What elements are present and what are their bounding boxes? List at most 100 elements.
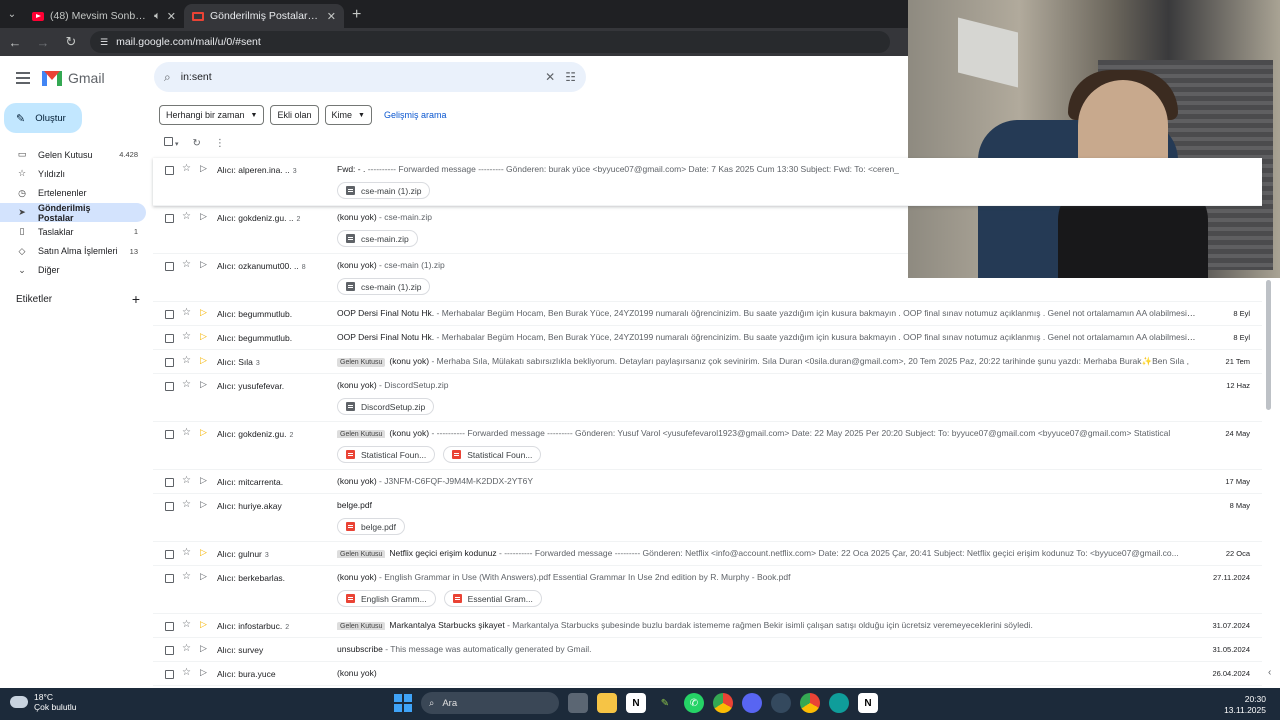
attachment-chip[interactable]: cse-main (1).zip	[337, 278, 431, 295]
sidebar-item[interactable]: ▭ Gelen Kutusu 4.428	[0, 145, 146, 164]
importance-marker-icon[interactable]: ▷	[200, 475, 207, 486]
email-row[interactable]: ☆ ▷ Alıcı: berkebarlas. (konu yok) - Englis…	[153, 566, 1262, 614]
row-checkbox[interactable]	[165, 382, 174, 391]
time-filter-chip[interactable]: Herhangi bir zaman ▼	[159, 105, 265, 125]
reload-icon[interactable]: ↻	[62, 34, 80, 50]
steam-icon[interactable]	[771, 693, 791, 713]
star-icon[interactable]: ☆	[182, 379, 191, 390]
row-checkbox[interactable]	[165, 646, 174, 655]
importance-marker-icon[interactable]: ▷	[200, 667, 207, 678]
importance-marker-icon[interactable]: ▷	[200, 163, 207, 174]
importance-marker-icon[interactable]: ▷	[200, 379, 207, 390]
main-menu-icon[interactable]	[16, 69, 30, 87]
task-view-icon[interactable]	[568, 693, 588, 713]
browser-tab-gmail[interactable]: Gönderilmiş Postalar - byyuce0 ✕	[184, 4, 344, 28]
notion-icon[interactable]: N	[626, 693, 646, 713]
refresh-icon[interactable]: ↻	[192, 138, 200, 149]
mail-search-bar[interactable]: ⌕ in:sent ✕ ☷	[154, 62, 586, 92]
notion-icon-2[interactable]: N	[858, 693, 878, 713]
address-bar[interactable]: ☰ mail.google.com/mail/u/0/#sent	[90, 31, 890, 53]
chrome-icon[interactable]	[713, 693, 733, 713]
row-checkbox[interactable]	[165, 166, 174, 175]
row-checkbox[interactable]	[165, 502, 174, 511]
row-checkbox[interactable]	[165, 214, 174, 223]
star-icon[interactable]: ☆	[182, 331, 191, 342]
whatsapp-icon[interactable]: ✆	[684, 693, 704, 713]
email-row[interactable]: ☆ ▷ Alıcı: yusufefevar. (konu yok) - Discor…	[153, 374, 1262, 422]
importance-marker-icon[interactable]: ▷	[200, 259, 207, 270]
row-checkbox[interactable]	[165, 310, 174, 319]
email-row[interactable]: ☆ ▷ Alıcı: gulnur 3 Gelen Kutusu Netflix geçi…	[153, 542, 1262, 566]
browser-tab-youtube[interactable]: (48) Mevsim Sonbahar - Yo 🔈︎ ✕	[24, 4, 184, 28]
importance-marker-icon[interactable]: ▷	[200, 571, 207, 582]
site-info-icon[interactable]: ☰	[100, 37, 108, 48]
star-icon[interactable]: ☆	[182, 259, 191, 270]
weather-widget[interactable]: 18°C Çok bulutlu	[10, 692, 77, 712]
new-tab-button[interactable]: +	[344, 4, 369, 28]
attachment-chip[interactable]: DiscordSetup.zip	[337, 398, 435, 415]
search-options-icon[interactable]: ☷	[565, 70, 576, 84]
sidebar-item[interactable]: ◷ Ertelenenler	[0, 184, 146, 203]
sidebar-item[interactable]: ☆ Yıldızlı	[0, 164, 146, 183]
forward-icon[interactable]: →	[34, 35, 52, 50]
star-icon[interactable]: ☆	[182, 619, 191, 630]
row-checkbox[interactable]	[165, 262, 174, 271]
email-row[interactable]: ☆ ▷ Alıcı: gokdeniz.gu. 2 Gelen Kutusu (konu …	[153, 422, 1262, 470]
importance-marker-icon[interactable]: ▷	[200, 331, 207, 342]
expand-panel-icon[interactable]: ‹	[1268, 667, 1271, 678]
importance-marker-icon[interactable]: ▷	[200, 427, 207, 438]
star-icon[interactable]: ☆	[182, 163, 191, 174]
tab-search-dropdown-icon[interactable]: ⌄	[0, 0, 24, 28]
email-row[interactable]: ☆ ▷ Alıcı: infostarbuc. 2 Gelen Kutusu Markan…	[153, 614, 1262, 638]
attachment-chip[interactable]: English Gramm...	[337, 590, 436, 607]
email-row[interactable]: ☆ ▷ Alıcı: begummutlub. OOP Dersi Final Not…	[153, 302, 1262, 326]
clear-search-icon[interactable]: ✕	[545, 70, 555, 84]
row-checkbox[interactable]	[165, 550, 174, 559]
gmail-logo[interactable]: Gmail	[42, 70, 105, 86]
attachment-chip[interactable]: Statistical Foun...	[337, 446, 436, 463]
taskbar-search[interactable]: ⌕ Ara	[421, 692, 559, 714]
to-filter-chip[interactable]: Kime ▼	[324, 105, 372, 125]
email-row[interactable]: ☆ ▷ Alıcı: mitcarrenta. (konu yok) - J3NFM-…	[153, 470, 1262, 494]
email-row[interactable]: ☆ ▷ Alıcı: bura.yuce (konu yok) 26.04.2024	[153, 662, 1262, 686]
importance-marker-icon[interactable]: ▷	[200, 619, 207, 630]
importance-marker-icon[interactable]: ▷	[200, 547, 207, 558]
file-explorer-icon[interactable]	[597, 693, 617, 713]
importance-marker-icon[interactable]: ▷	[200, 499, 207, 510]
system-clock[interactable]: 20:30 13.11.2025	[1224, 694, 1266, 716]
more-options-icon[interactable]: ⋮	[215, 138, 225, 149]
row-checkbox[interactable]	[165, 622, 174, 631]
star-icon[interactable]: ☆	[182, 571, 191, 582]
email-row[interactable]: ☆ ▷ Alıcı: survey unsubscribe - This messag…	[153, 638, 1262, 662]
search-input[interactable]: in:sent	[181, 71, 535, 83]
attachment-chip[interactable]: cse-main (1).zip	[337, 182, 431, 199]
attachment-chip[interactable]: Essential Gram...	[443, 590, 542, 607]
attachment-filter-chip[interactable]: Ekli olan	[270, 105, 319, 125]
compose-button[interactable]: ✎ Oluştur	[4, 103, 82, 133]
email-row[interactable]: ☆ ▷ Alıcı: Sıla 3 Gelen Kutusu (konu yok) - M…	[153, 350, 1262, 374]
chrome-profile-icon[interactable]	[800, 693, 820, 713]
star-icon[interactable]: ☆	[182, 667, 191, 678]
inbox-label-badge[interactable]: Gelen Kutusu	[337, 430, 386, 438]
star-icon[interactable]: ☆	[182, 307, 191, 318]
email-row[interactable]: ☆ ▷ Alıcı: huriye.akay belge.pdf 8 May belge.…	[153, 494, 1262, 542]
row-checkbox[interactable]	[165, 358, 174, 367]
inbox-label-badge[interactable]: Gelen Kutusu	[337, 358, 386, 367]
attachment-chip[interactable]: cse-main.zip	[337, 230, 418, 247]
speaker-icon[interactable]: 🔈︎	[154, 10, 161, 23]
row-checkbox[interactable]	[165, 670, 174, 679]
windows-start-icon[interactable]	[394, 694, 412, 712]
sidebar-item[interactable]: ➤ Gönderilmiş Postalar	[0, 203, 146, 223]
star-icon[interactable]: ☆	[182, 547, 191, 558]
inbox-label-badge[interactable]: Gelen Kutusu	[337, 550, 386, 558]
close-tab-icon[interactable]: ✕	[167, 10, 176, 23]
star-icon[interactable]: ☆	[182, 475, 191, 486]
importance-marker-icon[interactable]: ▷	[200, 211, 207, 222]
add-label-icon[interactable]: +	[132, 292, 140, 306]
importance-marker-icon[interactable]: ▷	[200, 355, 207, 366]
star-icon[interactable]: ☆	[182, 355, 191, 366]
star-icon[interactable]: ☆	[182, 427, 191, 438]
star-icon[interactable]: ☆	[182, 643, 191, 654]
attachment-chip[interactable]: belge.pdf	[337, 518, 405, 535]
sidebar-item[interactable]: ⌄ Diğer	[0, 261, 146, 280]
